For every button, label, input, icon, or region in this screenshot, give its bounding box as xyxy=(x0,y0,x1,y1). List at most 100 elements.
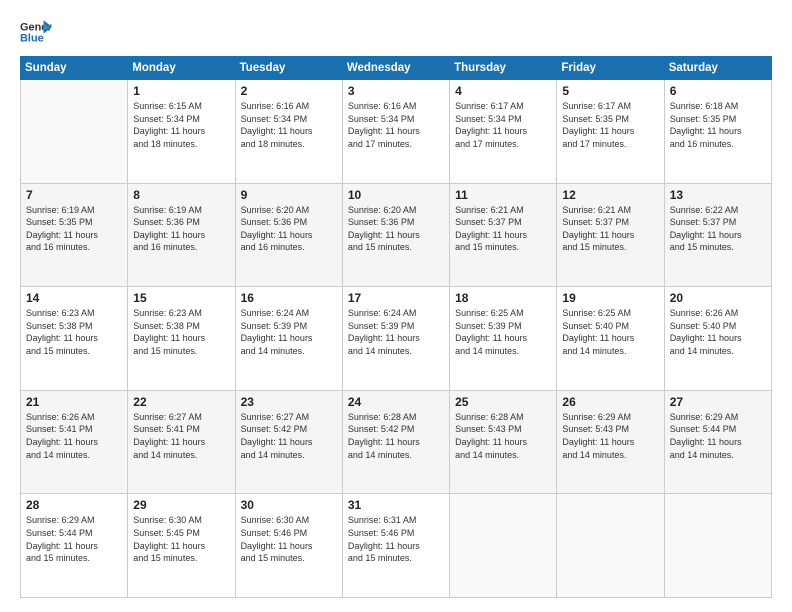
cell-info: Sunrise: 6:26 AM Sunset: 5:41 PM Dayligh… xyxy=(26,411,122,461)
day-number: 23 xyxy=(241,395,337,409)
cell-info: Sunrise: 6:17 AM Sunset: 5:34 PM Dayligh… xyxy=(455,100,551,150)
day-number: 25 xyxy=(455,395,551,409)
day-number: 6 xyxy=(670,84,766,98)
calendar-cell xyxy=(450,494,557,598)
calendar-cell: 17 Sunrise: 6:24 AM Sunset: 5:39 PM Dayli… xyxy=(342,287,449,391)
day-number: 15 xyxy=(133,291,229,305)
cell-info: Sunrise: 6:17 AM Sunset: 5:35 PM Dayligh… xyxy=(562,100,658,150)
page: General Blue SundayMondayTuesdayWednesda… xyxy=(0,0,792,612)
day-number: 1 xyxy=(133,84,229,98)
cell-info: Sunrise: 6:28 AM Sunset: 5:43 PM Dayligh… xyxy=(455,411,551,461)
calendar-cell: 15 Sunrise: 6:23 AM Sunset: 5:38 PM Dayli… xyxy=(128,287,235,391)
calendar-cell: 12 Sunrise: 6:21 AM Sunset: 5:37 PM Dayli… xyxy=(557,183,664,287)
cell-info: Sunrise: 6:18 AM Sunset: 5:35 PM Dayligh… xyxy=(670,100,766,150)
day-number: 4 xyxy=(455,84,551,98)
cell-info: Sunrise: 6:24 AM Sunset: 5:39 PM Dayligh… xyxy=(241,307,337,357)
calendar-cell: 11 Sunrise: 6:21 AM Sunset: 5:37 PM Dayli… xyxy=(450,183,557,287)
cell-info: Sunrise: 6:25 AM Sunset: 5:40 PM Dayligh… xyxy=(562,307,658,357)
calendar-cell: 19 Sunrise: 6:25 AM Sunset: 5:40 PM Dayli… xyxy=(557,287,664,391)
weekday-header: Wednesday xyxy=(342,57,449,80)
day-number: 16 xyxy=(241,291,337,305)
day-number: 18 xyxy=(455,291,551,305)
cell-info: Sunrise: 6:25 AM Sunset: 5:39 PM Dayligh… xyxy=(455,307,551,357)
cell-info: Sunrise: 6:26 AM Sunset: 5:40 PM Dayligh… xyxy=(670,307,766,357)
calendar-cell: 31Sunrise: 6:31 AM Sunset: 5:46 PM Dayli… xyxy=(342,494,449,598)
day-number: 11 xyxy=(455,188,551,202)
day-number: 19 xyxy=(562,291,658,305)
header: General Blue xyxy=(20,18,772,46)
weekday-header: Sunday xyxy=(21,57,128,80)
day-number: 24 xyxy=(348,395,444,409)
cell-info: Sunrise: 6:27 AM Sunset: 5:41 PM Dayligh… xyxy=(133,411,229,461)
cell-info: Sunrise: 6:29 AM Sunset: 5:44 PM Dayligh… xyxy=(670,411,766,461)
day-number: 17 xyxy=(348,291,444,305)
cell-info: Sunrise: 6:28 AM Sunset: 5:42 PM Dayligh… xyxy=(348,411,444,461)
weekday-header: Saturday xyxy=(664,57,771,80)
calendar-cell: 3 Sunrise: 6:16 AM Sunset: 5:34 PM Daylig… xyxy=(342,80,449,184)
calendar-cell xyxy=(21,80,128,184)
calendar-cell: 22 Sunrise: 6:27 AM Sunset: 5:41 PM Dayli… xyxy=(128,390,235,494)
cell-info: Sunrise: 6:21 AM Sunset: 5:37 PM Dayligh… xyxy=(455,204,551,254)
weekday-header: Tuesday xyxy=(235,57,342,80)
calendar-cell: 29Sunrise: 6:30 AM Sunset: 5:45 PM Dayli… xyxy=(128,494,235,598)
day-number: 31 xyxy=(348,498,444,512)
day-number: 3 xyxy=(348,84,444,98)
day-number: 7 xyxy=(26,188,122,202)
calendar-cell: 6 Sunrise: 6:18 AM Sunset: 5:35 PM Daylig… xyxy=(664,80,771,184)
calendar-cell: 2Sunrise: 6:16 AM Sunset: 5:34 PM Daylig… xyxy=(235,80,342,184)
cell-info: Sunrise: 6:20 AM Sunset: 5:36 PM Dayligh… xyxy=(348,204,444,254)
svg-text:Blue: Blue xyxy=(20,32,44,44)
calendar-cell: 10 Sunrise: 6:20 AM Sunset: 5:36 PM Dayli… xyxy=(342,183,449,287)
cell-info: Sunrise: 6:29 AM Sunset: 5:43 PM Dayligh… xyxy=(562,411,658,461)
cell-info: Sunrise: 6:23 AM Sunset: 5:38 PM Dayligh… xyxy=(26,307,122,357)
day-number: 2 xyxy=(241,84,337,98)
calendar-cell: 23 Sunrise: 6:27 AM Sunset: 5:42 PM Dayli… xyxy=(235,390,342,494)
day-number: 29 xyxy=(133,498,229,512)
calendar-cell: 26 Sunrise: 6:29 AM Sunset: 5:43 PM Dayli… xyxy=(557,390,664,494)
day-number: 26 xyxy=(562,395,658,409)
calendar-cell: 16 Sunrise: 6:24 AM Sunset: 5:39 PM Dayli… xyxy=(235,287,342,391)
day-number: 28 xyxy=(26,498,122,512)
cell-info: Sunrise: 6:20 AM Sunset: 5:36 PM Dayligh… xyxy=(241,204,337,254)
day-number: 12 xyxy=(562,188,658,202)
calendar-cell: 5 Sunrise: 6:17 AM Sunset: 5:35 PM Daylig… xyxy=(557,80,664,184)
calendar-cell xyxy=(664,494,771,598)
calendar-cell: 24 Sunrise: 6:28 AM Sunset: 5:42 PM Dayli… xyxy=(342,390,449,494)
calendar-cell: 4 Sunrise: 6:17 AM Sunset: 5:34 PM Daylig… xyxy=(450,80,557,184)
calendar-cell: 20 Sunrise: 6:26 AM Sunset: 5:40 PM Dayli… xyxy=(664,287,771,391)
cell-info: Sunrise: 6:27 AM Sunset: 5:42 PM Dayligh… xyxy=(241,411,337,461)
day-number: 27 xyxy=(670,395,766,409)
cell-info: Sunrise: 6:29 AM Sunset: 5:44 PM Dayligh… xyxy=(26,514,122,564)
calendar-cell: 14Sunrise: 6:23 AM Sunset: 5:38 PM Dayli… xyxy=(21,287,128,391)
weekday-header: Friday xyxy=(557,57,664,80)
cell-info: Sunrise: 6:16 AM Sunset: 5:34 PM Dayligh… xyxy=(348,100,444,150)
cell-info: Sunrise: 6:23 AM Sunset: 5:38 PM Dayligh… xyxy=(133,307,229,357)
calendar-cell: 28 Sunrise: 6:29 AM Sunset: 5:44 PM Dayli… xyxy=(21,494,128,598)
cell-info: Sunrise: 6:15 AM Sunset: 5:34 PM Dayligh… xyxy=(133,100,229,150)
day-number: 10 xyxy=(348,188,444,202)
calendar-table: SundayMondayTuesdayWednesdayThursdayFrid… xyxy=(20,56,772,598)
calendar-cell: 13Sunrise: 6:22 AM Sunset: 5:37 PM Dayli… xyxy=(664,183,771,287)
day-number: 8 xyxy=(133,188,229,202)
cell-info: Sunrise: 6:19 AM Sunset: 5:36 PM Dayligh… xyxy=(133,204,229,254)
weekday-header: Monday xyxy=(128,57,235,80)
calendar-cell: 30Sunrise: 6:30 AM Sunset: 5:46 PM Dayli… xyxy=(235,494,342,598)
calendar-cell: 27 Sunrise: 6:29 AM Sunset: 5:44 PM Dayli… xyxy=(664,390,771,494)
calendar-cell: 25 Sunrise: 6:28 AM Sunset: 5:43 PM Dayli… xyxy=(450,390,557,494)
logo: General Blue xyxy=(20,18,52,46)
cell-info: Sunrise: 6:21 AM Sunset: 5:37 PM Dayligh… xyxy=(562,204,658,254)
calendar-cell: 9 Sunrise: 6:20 AM Sunset: 5:36 PM Daylig… xyxy=(235,183,342,287)
day-number: 20 xyxy=(670,291,766,305)
calendar-cell: 18 Sunrise: 6:25 AM Sunset: 5:39 PM Dayli… xyxy=(450,287,557,391)
cell-info: Sunrise: 6:30 AM Sunset: 5:46 PM Dayligh… xyxy=(241,514,337,564)
weekday-header: Thursday xyxy=(450,57,557,80)
cell-info: Sunrise: 6:19 AM Sunset: 5:35 PM Dayligh… xyxy=(26,204,122,254)
day-number: 5 xyxy=(562,84,658,98)
day-number: 22 xyxy=(133,395,229,409)
cell-info: Sunrise: 6:22 AM Sunset: 5:37 PM Dayligh… xyxy=(670,204,766,254)
day-number: 9 xyxy=(241,188,337,202)
cell-info: Sunrise: 6:24 AM Sunset: 5:39 PM Dayligh… xyxy=(348,307,444,357)
calendar-cell: 7 Sunrise: 6:19 AM Sunset: 5:35 PM Daylig… xyxy=(21,183,128,287)
calendar-cell: 1 Sunrise: 6:15 AM Sunset: 5:34 PM Daylig… xyxy=(128,80,235,184)
calendar-cell: 21Sunrise: 6:26 AM Sunset: 5:41 PM Dayli… xyxy=(21,390,128,494)
